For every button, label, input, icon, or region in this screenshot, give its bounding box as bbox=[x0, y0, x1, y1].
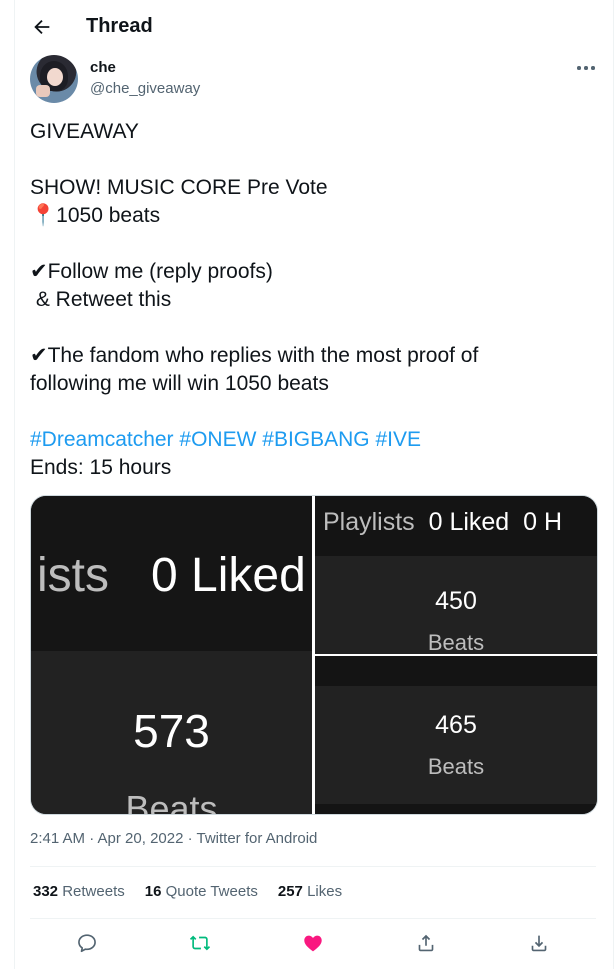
share-icon[interactable] bbox=[415, 932, 437, 954]
screenshot-value: 573 bbox=[133, 705, 210, 757]
check-icon: ✔ bbox=[30, 344, 48, 367]
divider bbox=[30, 866, 596, 867]
retweet-icon[interactable] bbox=[189, 932, 211, 954]
tweet-text: GIVEAWAY SHOW! MUSIC CORE Pre Vote 📍1050… bbox=[30, 118, 590, 482]
hashtag-link[interactable]: #Dreamcatcher bbox=[30, 428, 174, 451]
tweet-line: Ends: 15 hours bbox=[30, 456, 172, 479]
media-image[interactable]: Playlists 0 Liked 0 H 450 Beats bbox=[315, 496, 597, 654]
quote-tweets-stat[interactable]: 16 Quote Tweets bbox=[145, 883, 258, 900]
download-icon[interactable] bbox=[528, 932, 550, 954]
media-grid: ists 0 Liked 573 Beats Playlists 0 Liked… bbox=[30, 495, 598, 815]
pin-icon: 📍 bbox=[30, 204, 57, 227]
engagement-stats: 332 Retweets 16 Quote Tweets 257 Likes bbox=[33, 883, 342, 900]
screenshot-text: ists bbox=[37, 549, 109, 602]
tweet-line: ✔Follow me (reply proofs) bbox=[30, 260, 273, 283]
author-name[interactable]: che bbox=[90, 59, 116, 76]
retweets-stat[interactable]: 332 Retweets bbox=[33, 883, 125, 900]
screenshot-text: 0 Liked bbox=[151, 549, 306, 602]
avatar[interactable] bbox=[30, 55, 78, 103]
reply-icon[interactable] bbox=[76, 932, 98, 954]
tweet-line: SHOW! MUSIC CORE Pre Vote bbox=[30, 176, 328, 199]
screenshot-label: Beats bbox=[427, 754, 485, 779]
tweet-line: following me will win 1050 beats bbox=[30, 372, 329, 395]
likes-stat[interactable]: 257 Likes bbox=[278, 883, 342, 900]
more-options-icon[interactable] bbox=[574, 60, 598, 76]
thread-header: Thread bbox=[14, 0, 612, 54]
tweet-line: & Retweet this bbox=[30, 288, 172, 311]
author-handle[interactable]: @che_giveaway bbox=[90, 80, 200, 97]
media-image[interactable]: ists 0 Liked 573 Beats bbox=[31, 496, 312, 814]
hashtag-link[interactable]: #BIGBANG bbox=[262, 428, 369, 451]
screenshot-label: Beats bbox=[427, 630, 485, 654]
hashtag-line: #Dreamcatcher #ONEW #BIGBANG #IVE bbox=[30, 426, 590, 454]
heart-icon[interactable] bbox=[302, 932, 324, 954]
back-arrow-icon[interactable] bbox=[31, 16, 53, 38]
hashtag-link[interactable]: #IVE bbox=[375, 428, 421, 451]
tweet-timestamp[interactable]: 2:41 AM · Apr 20, 2022 · Twitter for And… bbox=[30, 830, 317, 847]
hashtag-link[interactable]: #ONEW bbox=[179, 428, 256, 451]
tweet-line: 📍1050 beats bbox=[30, 204, 161, 227]
tweet-line: GIVEAWAY bbox=[30, 120, 139, 143]
tweet-line: ✔The fandom who replies with the most pr… bbox=[30, 344, 479, 367]
screenshot-value: 465 bbox=[435, 711, 477, 739]
screenshot-label: Beats bbox=[125, 788, 218, 814]
check-icon: ✔ bbox=[30, 260, 48, 283]
page-title: Thread bbox=[86, 15, 153, 37]
screenshot-value: 450 bbox=[435, 587, 477, 615]
divider bbox=[30, 918, 596, 919]
screenshot-text: Playlists 0 Liked 0 H bbox=[323, 508, 563, 536]
media-image[interactable]: 465 Beats bbox=[315, 656, 597, 814]
